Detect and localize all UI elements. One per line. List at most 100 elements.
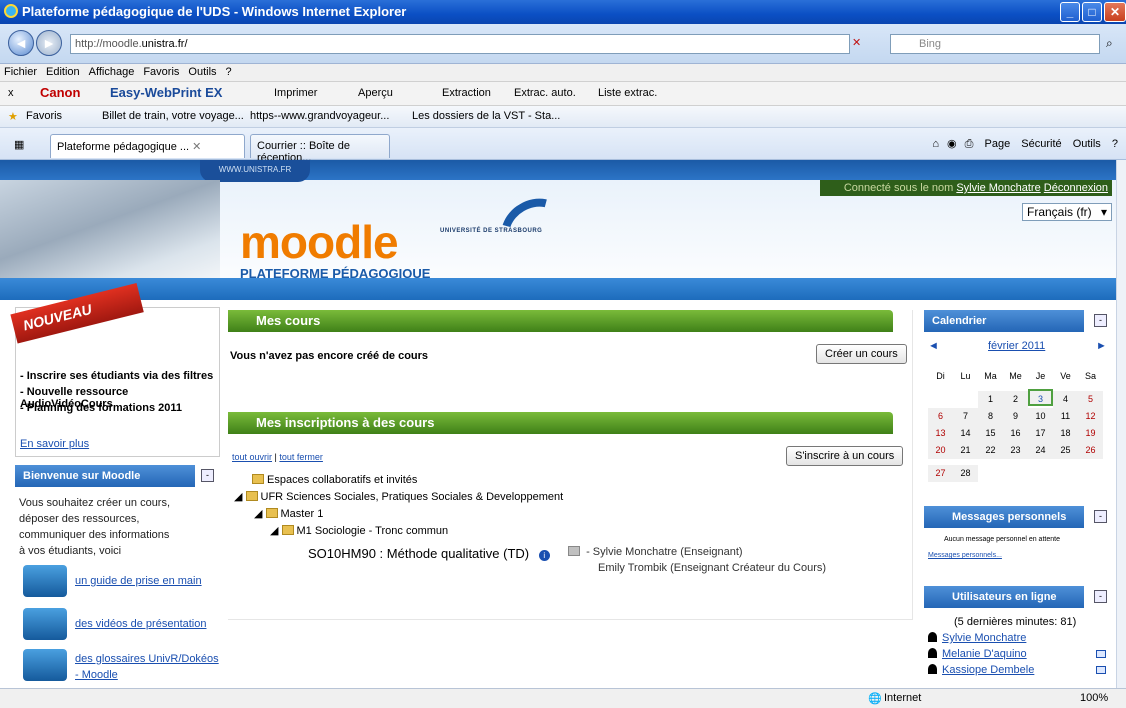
- extraction-list-button[interactable]: Liste extrac.: [598, 87, 657, 99]
- menu-favoris[interactable]: Favoris: [139, 64, 184, 78]
- tree-item[interactable]: ◢ M1 Sociologie - Tronc commun: [270, 524, 448, 537]
- collapse-icon[interactable]: -: [1094, 510, 1107, 523]
- calendar-day[interactable]: 7: [953, 408, 978, 425]
- user-link[interactable]: Sylvie Monchatre: [956, 182, 1040, 194]
- unistra-link[interactable]: WWW.UNISTRA.FR: [200, 160, 310, 182]
- favorites-button[interactable]: Favoris: [26, 110, 62, 122]
- calendar-day[interactable]: 10: [1028, 408, 1053, 425]
- auto-extraction-button[interactable]: Extrac. auto.: [514, 87, 576, 99]
- videos-link[interactable]: des vidéos de présentation: [75, 618, 206, 630]
- close-button[interactable]: ✕: [1104, 2, 1126, 22]
- menu-edition[interactable]: Edition: [42, 64, 85, 78]
- calendar-day[interactable]: 11: [1053, 408, 1078, 425]
- back-button[interactable]: ◄: [8, 30, 34, 56]
- mail-icon[interactable]: [1096, 650, 1106, 658]
- open-all-link[interactable]: tout ouvrir: [232, 452, 272, 462]
- calendar-day[interactable]: 4: [1053, 391, 1078, 408]
- online-user[interactable]: Kassiope Dembele: [928, 664, 1034, 676]
- calendar-day[interactable]: 12: [1078, 408, 1103, 425]
- calendar-day[interactable]: 24: [1028, 442, 1053, 459]
- calendar-day[interactable]: 19: [1078, 425, 1103, 442]
- help-icon[interactable]: ?: [1112, 138, 1118, 150]
- enrol-course-button[interactable]: S'inscrire à un cours: [786, 446, 904, 466]
- calendar-day[interactable]: 17: [1028, 425, 1053, 442]
- calendar-day[interactable]: 8: [978, 408, 1003, 425]
- menu-outils[interactable]: Outils: [184, 64, 221, 78]
- calendar-day[interactable]: 3: [1028, 389, 1053, 406]
- print-button[interactable]: Imprimer: [274, 87, 317, 99]
- mail-icon[interactable]: [1096, 666, 1106, 674]
- calendar-day[interactable]: 28: [953, 465, 978, 482]
- calendar-day[interactable]: 18: [1053, 425, 1078, 442]
- messages-link[interactable]: Messages personnels...: [928, 552, 1002, 559]
- tab-close-icon[interactable]: ✕: [192, 141, 201, 153]
- search-icon[interactable]: ⌕: [1106, 36, 1113, 51]
- collapse-icon[interactable]: -: [1094, 590, 1107, 603]
- tab-moodle[interactable]: Plateforme pédagogique ... ✕: [50, 134, 245, 158]
- canon-close-button[interactable]: x: [8, 87, 14, 99]
- calendar-day[interactable]: 1: [978, 391, 1003, 408]
- maximize-button[interactable]: □: [1082, 2, 1102, 22]
- calendar-day[interactable]: 15: [978, 425, 1003, 442]
- close-all-link[interactable]: tout fermer: [279, 452, 323, 462]
- favorite-link-2[interactable]: https--www.grandvoyageur...: [250, 110, 389, 122]
- zoom-level[interactable]: 100%: [1080, 692, 1108, 704]
- create-course-button[interactable]: Créer un cours: [816, 344, 907, 364]
- search-input[interactable]: Bing: [890, 34, 1100, 54]
- next-month-button[interactable]: ►: [1096, 340, 1107, 352]
- forward-button[interactable]: ►: [36, 30, 62, 56]
- online-user[interactable]: Sylvie Monchatre: [928, 632, 1026, 644]
- online-user[interactable]: Melanie D'aquino: [928, 648, 1027, 660]
- course-code[interactable]: SO10HM90: [308, 546, 376, 561]
- calendar-day[interactable]: 26: [1078, 442, 1103, 459]
- easy-webprint-button[interactable]: Easy-WebPrint EX: [110, 85, 222, 100]
- course-name[interactable]: : Méthode qualitative (TD): [380, 546, 530, 561]
- extraction-button[interactable]: Extraction: [442, 87, 491, 99]
- home-icon[interactable]: ⌂: [932, 138, 939, 150]
- favorite-link-3[interactable]: Les dossiers de la VST - Sta...: [412, 110, 560, 122]
- guide-link[interactable]: un guide de prise en main: [75, 575, 202, 587]
- calendar-day[interactable]: 9: [1003, 408, 1028, 425]
- tree-item[interactable]: Espaces collaboratifs et invités: [252, 474, 417, 486]
- glossary-link-2[interactable]: - Moodle: [75, 669, 118, 681]
- info-icon[interactable]: i: [538, 550, 550, 561]
- tree-item[interactable]: ◢ UFR Sciences Sociales, Pratiques Socia…: [234, 490, 563, 503]
- calendar-day[interactable]: 20: [928, 442, 953, 459]
- menu-affichage[interactable]: Affichage: [85, 64, 140, 78]
- logout-link[interactable]: Déconnexion: [1044, 182, 1108, 194]
- glossary-link[interactable]: des glossaires UnivR/Dokéos: [75, 653, 219, 665]
- quick-tabs-icon[interactable]: ▦: [14, 138, 24, 151]
- url-input[interactable]: http://moodle.unistra.fr/: [70, 34, 850, 54]
- calendar-day[interactable]: 27: [928, 465, 953, 482]
- calendar-day[interactable]: 16: [1003, 425, 1028, 442]
- menu-fichier[interactable]: Fichier: [0, 64, 42, 78]
- tools-menu[interactable]: Outils: [1073, 138, 1101, 150]
- stop-icon[interactable]: ✕: [852, 36, 861, 49]
- prev-month-button[interactable]: ◄: [928, 340, 939, 352]
- page-scrollbar[interactable]: [1116, 160, 1126, 688]
- calendar-day[interactable]: 25: [1053, 442, 1078, 459]
- menu-help[interactable]: ?: [222, 64, 237, 78]
- calendar-day[interactable]: 6: [928, 408, 953, 425]
- calendar-day[interactable]: 21: [953, 442, 978, 459]
- calendar-day[interactable]: 22: [978, 442, 1003, 459]
- language-select[interactable]: Français (fr) ▾: [1022, 203, 1112, 221]
- tab-courrier[interactable]: Courrier :: Boîte de réception...: [250, 134, 390, 164]
- security-menu[interactable]: Sécurité: [1021, 138, 1061, 150]
- print-icon[interactable]: ⎙: [965, 138, 974, 150]
- preview-button[interactable]: Aperçu: [358, 87, 393, 99]
- calendar-day[interactable]: 23: [1003, 442, 1028, 459]
- tree-item[interactable]: ◢ Master 1: [254, 507, 323, 520]
- feeds-icon[interactable]: ◉: [947, 138, 957, 150]
- collapse-icon[interactable]: -: [1094, 314, 1107, 327]
- calendar-day[interactable]: 14: [953, 425, 978, 442]
- minimize-button[interactable]: _: [1060, 2, 1080, 22]
- more-info-link[interactable]: En savoir plus: [20, 438, 89, 450]
- collapse-icon[interactable]: -: [201, 469, 214, 482]
- calendar-day[interactable]: 2: [1003, 391, 1028, 408]
- calendar-month[interactable]: février 2011: [988, 340, 1045, 352]
- calendar-day[interactable]: 13: [928, 425, 953, 442]
- calendar-day[interactable]: 5: [1078, 391, 1103, 408]
- favorite-link-1[interactable]: Billet de train, votre voyage...: [102, 110, 244, 122]
- page-menu[interactable]: Page: [985, 138, 1011, 150]
